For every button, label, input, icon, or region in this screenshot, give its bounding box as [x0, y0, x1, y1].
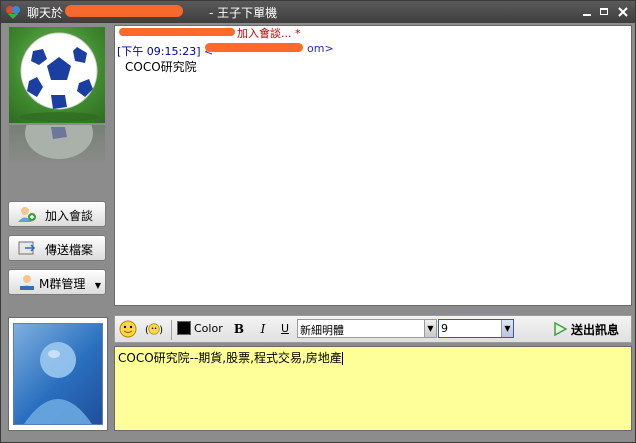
emoticon-icon[interactable]	[119, 320, 137, 338]
chat-history[interactable]: 加入會談... * [下午 09:15:23] < om> COCO研究院	[114, 25, 632, 306]
animated-emoticon-icon[interactable]: ( )	[145, 320, 163, 338]
sidebar: 加入會談 傳送檔案 M群管理 ▼	[5, 25, 111, 307]
svg-text:(: (	[145, 325, 149, 336]
chevron-down-icon[interactable]: ▼	[501, 320, 513, 337]
add-to-conversation-label: 加入會談	[45, 209, 94, 223]
self-avatar-image	[13, 323, 103, 425]
soccer-ball-reflection-icon	[25, 125, 93, 159]
system-message: 加入會談... *	[237, 27, 301, 40]
send-message-label: 送出訊息	[571, 323, 620, 337]
add-to-conversation-button[interactable]: 加入會談	[8, 201, 106, 227]
minimize-button[interactable]	[581, 6, 593, 18]
title-bar[interactable]: 聊天於 - 王子下單機	[1, 1, 635, 23]
toolbar-divider	[171, 320, 172, 340]
send-file-button[interactable]: 傳送檔案	[8, 235, 106, 261]
group-manage-label: M群管理	[39, 277, 86, 291]
message-header: [下午 09:15:23] <	[117, 43, 213, 59]
add-contact-icon	[18, 207, 36, 222]
color-button[interactable]: Color	[194, 322, 223, 335]
bold-button[interactable]: B	[231, 321, 247, 337]
chat-window: 聊天於 - 王子下單機 加入會談 傳送檔案 M群管理 ▼ 加入會談... * […	[0, 0, 636, 443]
default-user-icon	[24, 342, 92, 424]
group-manage-icon	[20, 275, 34, 290]
message-text: COCO研究院	[125, 60, 197, 74]
app-logo-icon	[6, 6, 20, 19]
play-arrow-icon	[554, 322, 567, 336]
redacted-contact-name	[65, 5, 183, 17]
message-input[interactable]: COCO研究院--期貨,股票,程式交易,房地產	[114, 346, 632, 431]
soccer-ball-icon	[19, 32, 99, 122]
underline-button[interactable]: U	[277, 321, 293, 337]
close-button[interactable]	[617, 6, 629, 18]
font-family-value: 新細明體	[300, 324, 344, 337]
message-timestamp: [下午 09:15:23]	[117, 45, 201, 58]
send-file-icon	[18, 241, 36, 255]
format-toolbar: ( ) Color B I U 新細明體 ▼ 9 ▼ 送出訊息	[114, 315, 632, 343]
font-size-value: 9	[441, 322, 448, 335]
color-swatch[interactable]	[177, 321, 191, 335]
chevron-down-icon[interactable]: ▼	[424, 320, 436, 337]
text-cursor	[341, 352, 343, 365]
redacted-sender-email	[205, 43, 303, 52]
redacted-username	[119, 28, 235, 36]
send-message-button[interactable]: 送出訊息	[539, 318, 629, 340]
close-icon	[618, 7, 628, 17]
message-input-text: COCO研究院--期貨,股票,程式交易,房地產	[118, 351, 342, 365]
sender-close: om>	[307, 42, 334, 55]
group-manage-button[interactable]: M群管理 ▼	[8, 269, 106, 295]
font-family-select[interactable]: 新細明體 ▼	[297, 319, 437, 338]
contact-avatar-reflection	[9, 125, 105, 165]
font-size-select[interactable]: 9 ▼	[438, 319, 514, 338]
italic-button[interactable]: I	[255, 321, 271, 337]
svg-text:): )	[159, 325, 163, 336]
self-avatar[interactable]	[8, 317, 108, 431]
contact-avatar	[9, 27, 105, 123]
maximize-button[interactable]	[599, 6, 611, 18]
send-file-label: 傳送檔案	[45, 243, 94, 257]
chevron-down-icon: ▼	[94, 281, 101, 290]
